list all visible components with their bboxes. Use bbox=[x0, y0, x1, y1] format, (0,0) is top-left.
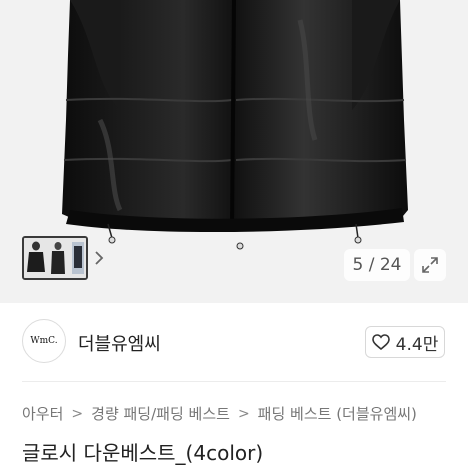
thumbnail-images bbox=[24, 238, 86, 278]
thumbnail-strip bbox=[22, 236, 110, 280]
image-counter: 5 / 24 bbox=[344, 249, 410, 281]
brand-name[interactable]: 더블유엠씨 bbox=[78, 330, 161, 356]
breadcrumb-separator: > bbox=[71, 405, 84, 422]
like-count: 4.4만 bbox=[395, 334, 439, 355]
expand-button[interactable] bbox=[414, 249, 446, 281]
breadcrumb: 아우터 > 경량 패딩/패딩 베스트 > 패딩 베스트 (더블유엠씨) bbox=[22, 403, 417, 424]
breadcrumb-item-outer[interactable]: 아우터 bbox=[22, 403, 63, 424]
breadcrumb-separator: > bbox=[237, 405, 250, 422]
chevron-right-icon bbox=[95, 251, 104, 265]
breadcrumb-item-light-padding[interactable]: 경량 패딩/패딩 베스트 bbox=[91, 403, 230, 424]
divider bbox=[22, 381, 446, 382]
product-image-gallery[interactable]: 5 / 24 bbox=[0, 0, 468, 303]
heart-outline-icon bbox=[371, 334, 390, 350]
breadcrumb-item-padding-vest[interactable]: 패딩 베스트 (더블유엠씨) bbox=[258, 403, 417, 424]
expand-icon bbox=[422, 257, 438, 273]
like-button[interactable]: 4.4만 bbox=[365, 326, 445, 358]
brand-row: WmC. 더블유엠씨 4.4만 bbox=[0, 303, 468, 381]
thumbnail-preview[interactable] bbox=[22, 236, 88, 280]
thumbnail-next-button[interactable] bbox=[88, 236, 110, 280]
product-title: 글로시 다운베스트_(4color) bbox=[22, 441, 264, 465]
brand-logo[interactable]: WmC. bbox=[22, 319, 66, 363]
brand-logo-text: WmC. bbox=[30, 336, 58, 346]
